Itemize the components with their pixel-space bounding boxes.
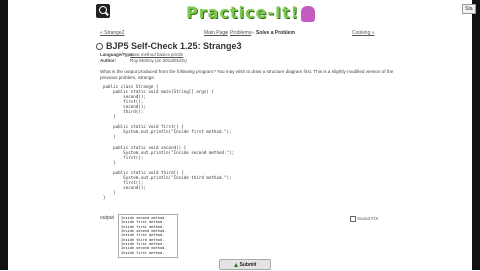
- breadcrumb-separator: »: [251, 30, 254, 36]
- code-listing: public class Strange { public static voi…: [103, 84, 234, 200]
- problems-link[interactable]: Problems: [230, 30, 251, 36]
- sound-label: Sound F/X: [357, 216, 379, 222]
- answer-line: Inside first method.: [121, 250, 165, 255]
- zoom-icon[interactable]: [96, 4, 110, 18]
- author-value: Roy McIlroy (on 2013/01/01): [130, 58, 187, 63]
- answer-textarea[interactable]: Inside second method. Inside first method…: [118, 214, 178, 258]
- practice-it-logo[interactable]: Practice-It!: [186, 3, 315, 25]
- status-circle-icon: [96, 43, 103, 51]
- prev-problem-link[interactable]: « Strange2: [100, 30, 124, 36]
- submit-button[interactable]: Submit: [219, 259, 271, 270]
- right-black-bar: [472, 0, 480, 270]
- language-value[interactable]: Java method basics println: [130, 52, 183, 57]
- sound-checkbox[interactable]: [350, 216, 356, 222]
- author-row: Author: Roy McIlroy (on 2013/01/01): [100, 58, 187, 63]
- problem-title-text: BJP5 Self-Check 1.25: Strange3: [106, 41, 242, 51]
- author-label: Author:: [100, 58, 117, 63]
- next-problem-link[interactable]: Cooking »: [352, 30, 375, 36]
- problem-title: BJP5 Self-Check 1.25: Strange3: [96, 41, 242, 51]
- submit-arrow-icon: [233, 262, 238, 267]
- language-label: Language/Type:: [100, 52, 135, 57]
- code-line: System.out.println("Inside second method…: [103, 149, 235, 155]
- submit-label: Submit: [239, 262, 257, 268]
- code-line: System.out.println("Inside first method.…: [103, 129, 232, 135]
- answer-label: output: [100, 215, 114, 221]
- language-row: Language/Type:Java method basics println: [100, 52, 183, 57]
- sound-toggle[interactable]: Sound F/X: [350, 216, 378, 222]
- current-page: Solve a Problem: [256, 30, 295, 36]
- mascot-icon: [300, 5, 315, 22]
- top-right-button[interactable]: Sta: [462, 4, 476, 14]
- code-line: }: [103, 195, 106, 201]
- left-black-bar: [0, 0, 8, 270]
- problem-description: What is the output produced from the fol…: [100, 69, 394, 80]
- logo-text: Practice-It!: [186, 3, 299, 22]
- breadcrumb-separator: »: [225, 30, 228, 36]
